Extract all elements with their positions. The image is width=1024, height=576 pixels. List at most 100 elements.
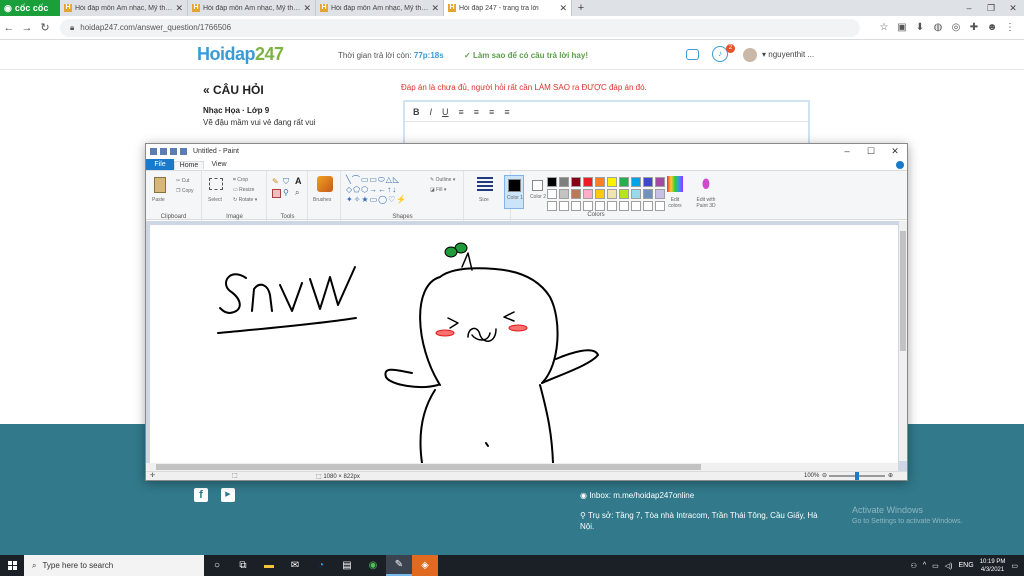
extension-icon[interactable]: ▣	[896, 22, 908, 34]
color-swatch[interactable]	[559, 177, 569, 187]
tab-view[interactable]: View	[204, 161, 234, 168]
outline-button[interactable]: ✎ Outline ▾	[430, 177, 455, 183]
redo-icon[interactable]	[180, 148, 187, 155]
vertical-scroll-thumb[interactable]	[900, 231, 906, 351]
close-tab-icon[interactable]: ✕	[559, 3, 567, 14]
cut-button[interactable]: ✂ Cut	[176, 178, 189, 184]
color-swatch[interactable]	[595, 201, 605, 211]
help-icon[interactable]	[896, 160, 904, 169]
rotate-button[interactable]: ↻ Rotate ▾	[233, 197, 257, 203]
close-window-icon[interactable]: ✕	[1002, 0, 1024, 16]
crop-button[interactable]: ⌗ Crop	[233, 177, 248, 183]
color-swatch[interactable]	[643, 201, 653, 211]
color-swatch[interactable]	[547, 177, 557, 187]
color-swatch[interactable]	[559, 201, 569, 211]
task-view-icon[interactable]: ⧉	[230, 555, 256, 576]
extension-icon[interactable]: ◎	[950, 22, 962, 34]
color-swatch[interactable]	[607, 201, 617, 211]
color-swatch[interactable]	[655, 177, 665, 187]
horizontal-scrollbar[interactable]	[146, 463, 898, 471]
browser-tab[interactable]: H Hỏi đáp môn Âm nhạc, Mỹ thuật ✕	[316, 0, 444, 16]
chevron-up-icon[interactable]: ^	[923, 562, 926, 569]
zoom-slider-thumb[interactable]	[855, 472, 859, 480]
fill-button[interactable]: ◪ Fill ▾	[430, 187, 446, 193]
paint3d-icon[interactable]: ⬮	[699, 176, 713, 192]
url-field[interactable]: 🔒︎ hoidap247.com/answer_question/1766506	[60, 18, 860, 37]
start-button[interactable]	[0, 555, 24, 576]
close-tab-icon[interactable]: ✕	[303, 3, 311, 14]
app-icon[interactable]: ◈	[412, 555, 438, 576]
browser-brand[interactable]: ◉ cốc cốc	[0, 0, 60, 16]
color-swatch[interactable]	[547, 189, 557, 199]
color-swatch[interactable]	[607, 189, 617, 199]
color-swatch[interactable]	[559, 189, 569, 199]
minimize-icon[interactable]: –	[835, 146, 859, 157]
vertical-scrollbar[interactable]	[899, 221, 907, 461]
save-icon[interactable]	[160, 148, 167, 155]
store-icon[interactable]: ▤	[334, 555, 360, 576]
edge-icon[interactable]: ◔	[308, 555, 334, 576]
zoom-out-icon[interactable]: ⊖	[822, 472, 827, 479]
align-right-button[interactable]: ≡	[489, 107, 494, 117]
size-icon[interactable]	[477, 177, 493, 191]
extension-icon[interactable]: ☻	[986, 22, 998, 34]
youtube-icon[interactable]: ▶	[221, 488, 235, 502]
text-tool-icon[interactable]: A	[295, 176, 302, 186]
undo-icon[interactable]	[170, 148, 177, 155]
chat-icon[interactable]	[686, 49, 699, 60]
drawing-canvas[interactable]	[150, 225, 898, 464]
paste-icon[interactable]	[154, 177, 166, 193]
browser-tab-active[interactable]: H Hỏi đáp 247 - trang tra lời ✕	[444, 0, 572, 16]
puzzle-icon[interactable]: ✚	[968, 22, 980, 34]
file-explorer-icon[interactable]: ▬	[256, 555, 282, 576]
paste-button[interactable]: Paste	[152, 197, 165, 203]
italic-button[interactable]: I	[430, 107, 433, 117]
color-swatch[interactable]	[631, 189, 641, 199]
select-button[interactable]: Select	[208, 197, 222, 203]
howto-link[interactable]: ✓ Làm sao để có câu trả lời hay!	[464, 51, 588, 60]
color-swatch[interactable]	[583, 189, 593, 199]
color1-selector[interactable]: Color 1	[504, 175, 524, 209]
close-icon[interactable]: ✕	[883, 146, 907, 157]
reload-icon[interactable]: ↻	[36, 21, 54, 34]
close-tab-icon[interactable]: ✕	[175, 3, 183, 14]
avatar[interactable]	[743, 48, 757, 62]
paint-taskbar-icon[interactable]: ✎	[386, 555, 412, 576]
horizontal-scroll-thumb[interactable]	[156, 464, 701, 470]
clock[interactable]: 10:19 PM 4/3/2021	[980, 558, 1006, 574]
mail-icon[interactable]: ✉	[282, 555, 308, 576]
brush-icon[interactable]	[317, 176, 333, 192]
resize-button[interactable]: ▭ Resize	[233, 187, 254, 193]
star-icon[interactable]: ☆	[878, 22, 890, 34]
align-justify-button[interactable]: ≡	[504, 107, 509, 117]
download-icon[interactable]: ⬇	[914, 22, 926, 34]
color-swatch[interactable]	[619, 189, 629, 199]
close-tab-icon[interactable]: ✕	[431, 3, 439, 14]
edit-colors-icon[interactable]	[667, 176, 683, 192]
back-icon[interactable]: ←	[0, 22, 18, 34]
magnifier-icon[interactable]: ⌕	[295, 188, 299, 198]
copy-button[interactable]: ❐ Copy	[176, 188, 194, 194]
color-swatch[interactable]	[619, 201, 629, 211]
cortana-icon[interactable]: ○	[204, 555, 230, 576]
eraser-icon[interactable]	[272, 189, 281, 198]
color-swatch[interactable]	[571, 189, 581, 199]
align-center-button[interactable]: ≡	[474, 107, 479, 117]
browser-tab[interactable]: H Hỏi đáp môn Âm nhạc, Mỹ thuật ✕	[60, 0, 188, 16]
align-left-button[interactable]: ≡	[459, 107, 464, 117]
bold-button[interactable]: B	[413, 107, 420, 117]
site-logo[interactable]: Hoidap247	[197, 44, 284, 65]
color-swatch[interactable]	[607, 177, 617, 187]
taskbar-search[interactable]: ⌕ Type here to search	[24, 555, 204, 576]
footer-inbox[interactable]: ◉ Inbox: m.me/hoidap247online	[580, 491, 694, 500]
language-indicator[interactable]: ENG	[959, 562, 974, 569]
notifications-icon[interactable]: ▭	[1011, 562, 1018, 570]
size-button[interactable]: Size	[479, 197, 489, 203]
underline-button[interactable]: U	[442, 107, 449, 117]
zoom-in-icon[interactable]: ⊕	[888, 472, 893, 479]
username[interactable]: ▾ nguyenthit ...	[762, 50, 814, 59]
color-swatch[interactable]	[631, 177, 641, 187]
select-icon[interactable]	[209, 178, 223, 190]
paint-titlebar[interactable]: Untitled - Paint – ☐ ✕	[146, 144, 907, 159]
restore-icon[interactable]: ❐	[980, 0, 1002, 16]
